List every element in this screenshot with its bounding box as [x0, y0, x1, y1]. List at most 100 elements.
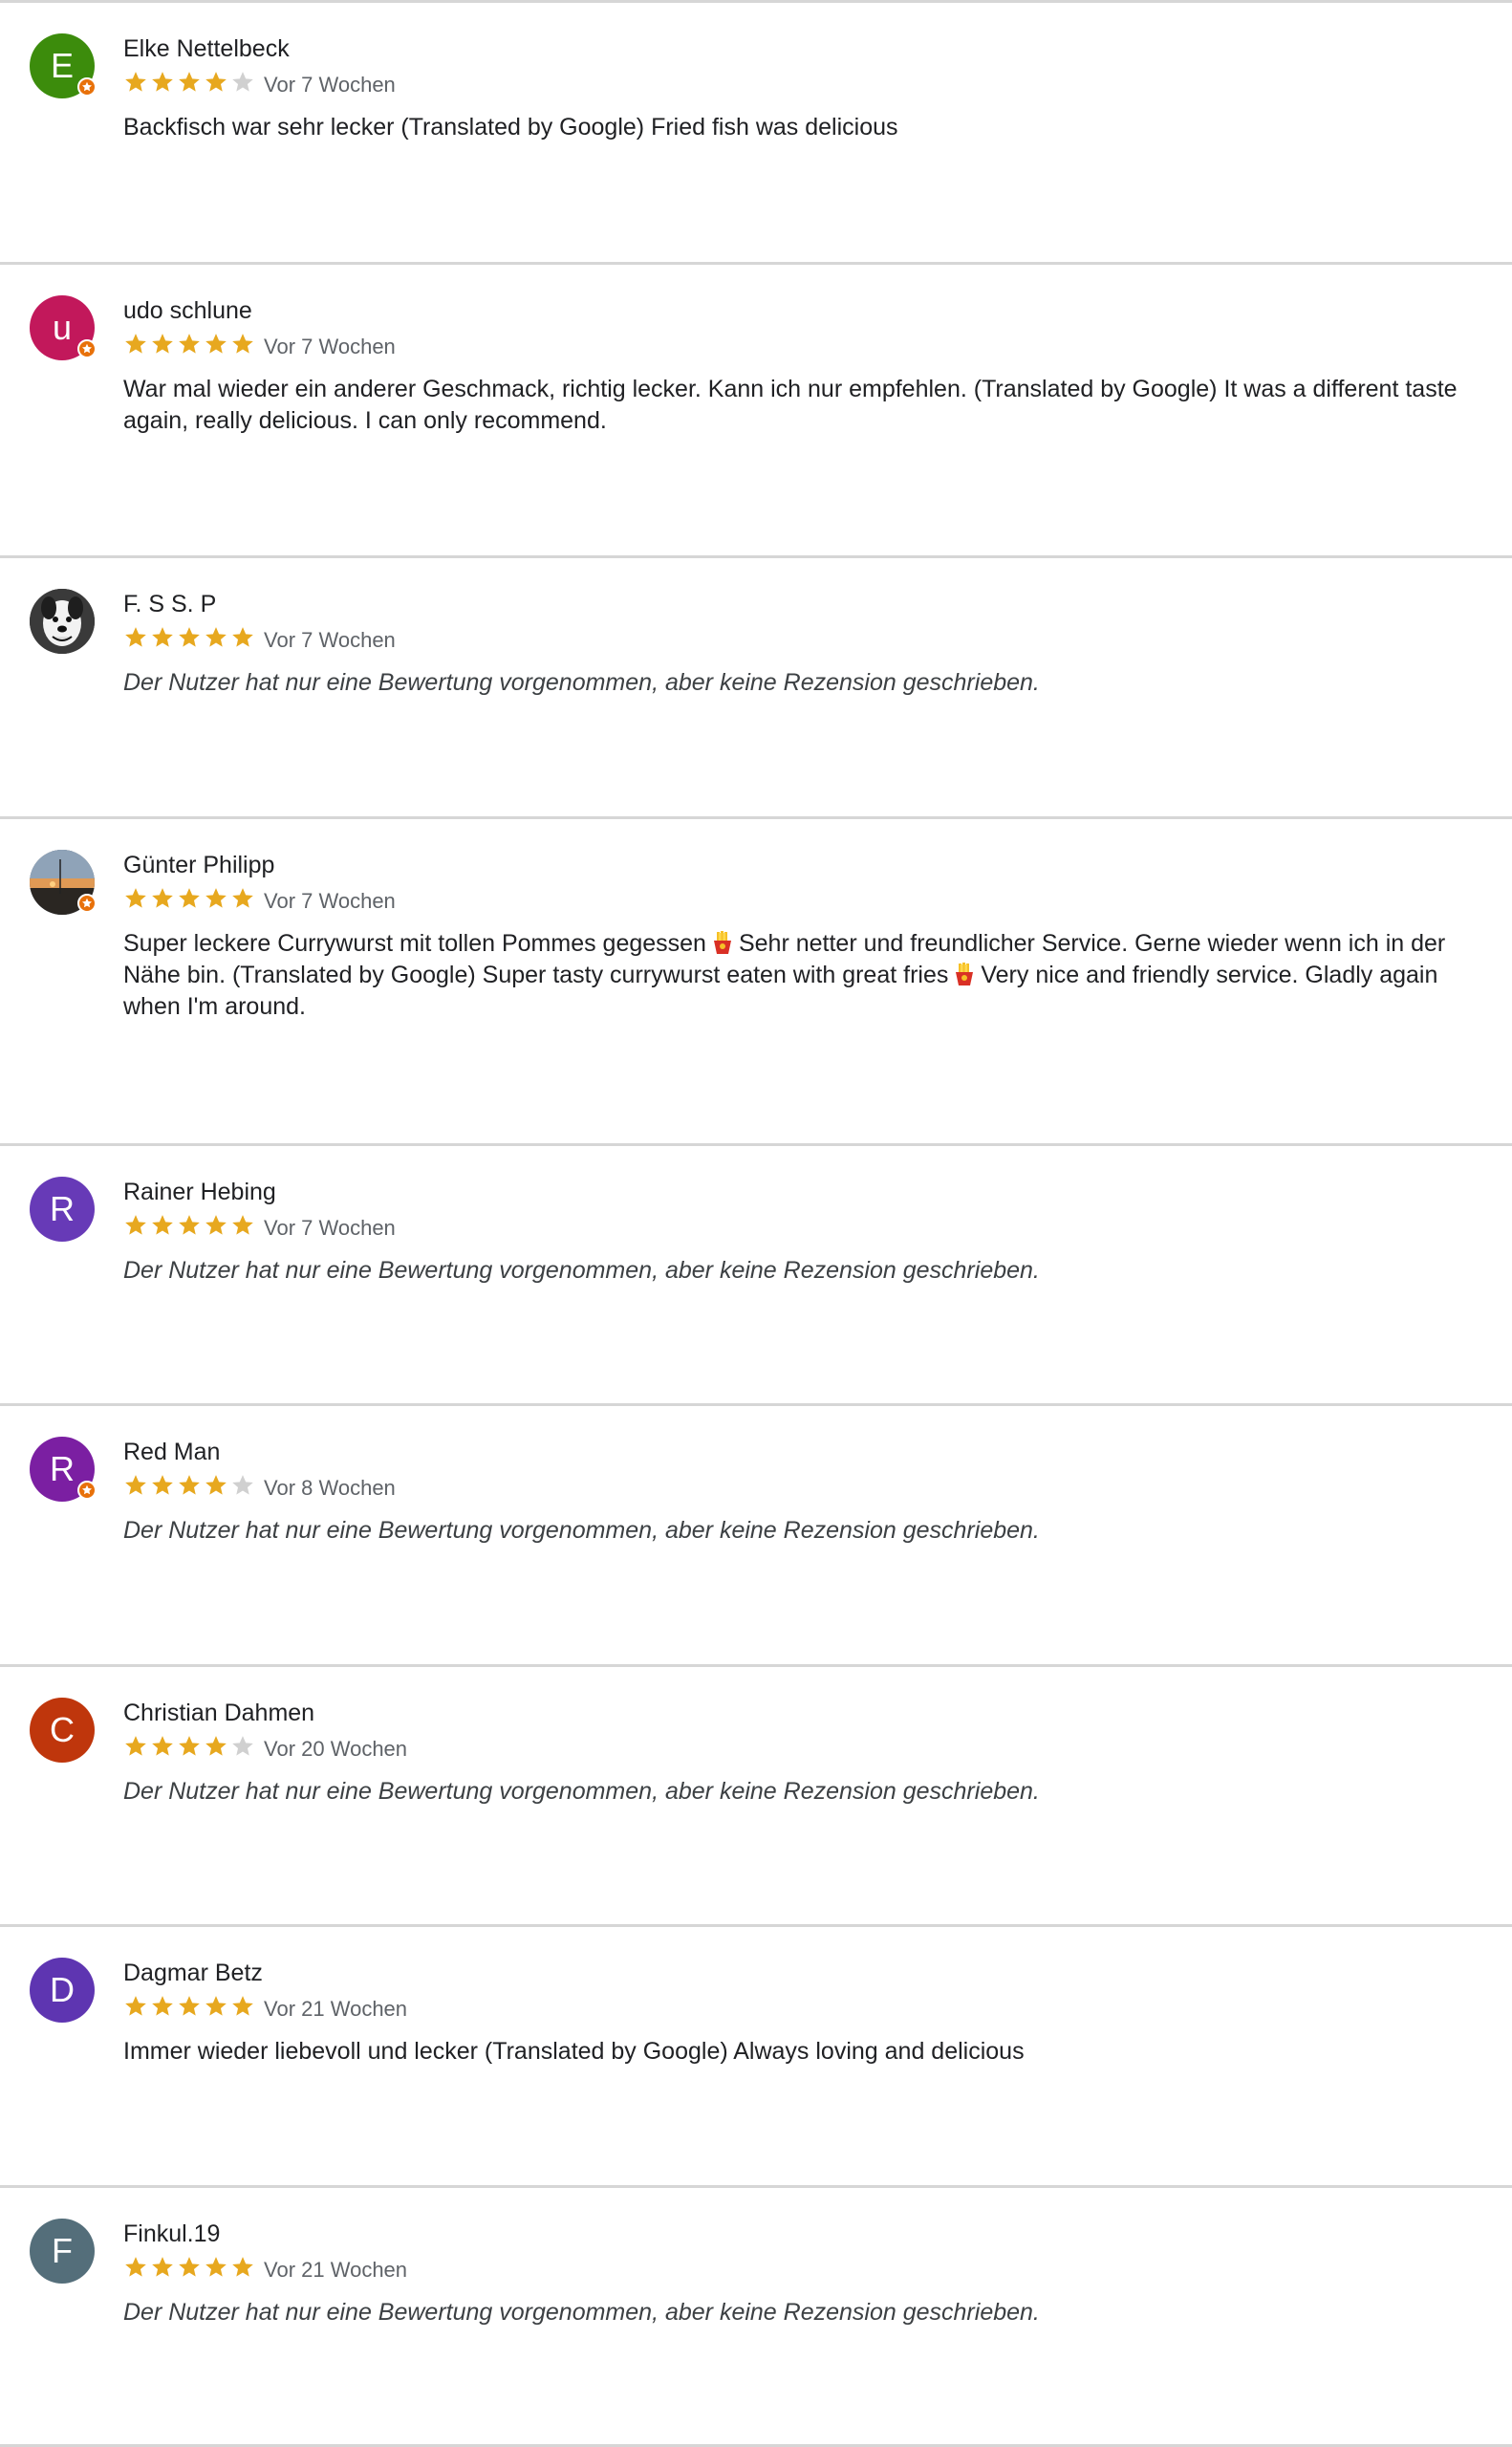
reviewer-name[interactable]: F. S S. P: [123, 591, 216, 618]
star-rating: [123, 886, 255, 913]
star-rating: [123, 1994, 255, 2021]
star-filled-icon: [232, 2257, 253, 2277]
star-filled-icon: [125, 627, 146, 647]
star-filled-icon: [125, 334, 146, 354]
local-guide-badge-icon: [77, 1481, 97, 1500]
star-filled-icon: [125, 1475, 146, 1495]
review-text: Backfisch war sehr lecker (Translated by…: [123, 114, 898, 141]
star-filled-icon: [125, 1215, 146, 1235]
star-rating: [123, 70, 255, 97]
reviewer-name[interactable]: Finkul.19: [123, 2220, 220, 2248]
star-filled-icon: [179, 2257, 200, 2277]
avatar-initial: u: [52, 308, 73, 347]
star-filled-icon: [205, 1736, 227, 1756]
review-text: Super leckere Currywurst mit tollen Pomm…: [123, 928, 1461, 1023]
review-card: R Red Man Vor 8 Wochen Der Nutzer hat nu…: [0, 1406, 1512, 1667]
reviewer-name[interactable]: Christian Dahmen: [123, 1700, 314, 1727]
review-text-part: Super leckere Currywurst mit tollen Pomm…: [123, 930, 706, 957]
star-filled-icon: [179, 1996, 200, 2016]
avatar[interactable]: C: [30, 1698, 95, 1763]
star-filled-icon: [205, 1996, 227, 2016]
review-time: Vor 7 Wochen: [264, 889, 396, 913]
star-filled-icon: [179, 1736, 200, 1756]
star-filled-icon: [152, 627, 173, 647]
local-guide-badge-icon: [77, 339, 97, 358]
star-rating: [123, 1213, 255, 1240]
star-rating: [123, 625, 255, 652]
star-filled-icon: [152, 334, 173, 354]
review-card: F Finkul.19 Vor 21 Wochen Der Nutzer hat…: [0, 2188, 1512, 2447]
reviewer-name[interactable]: udo schlune: [123, 297, 252, 325]
avatar[interactable]: [30, 589, 95, 654]
star-filled-icon: [205, 1215, 227, 1235]
review-card: u udo schlune Vor 7 Wochen War mal wiede…: [0, 265, 1512, 558]
star-empty-icon: [232, 1475, 253, 1495]
review-time: Vor 7 Wochen: [264, 628, 396, 652]
star-empty-icon: [232, 72, 253, 92]
star-filled-icon: [152, 888, 173, 908]
star-filled-icon: [179, 888, 200, 908]
avatar[interactable]: R: [30, 1437, 97, 1502]
avatar-initial: R: [50, 1449, 75, 1488]
avatar[interactable]: u: [30, 295, 97, 360]
star-filled-icon: [232, 1996, 253, 2016]
reviewer-name[interactable]: Elke Nettelbeck: [123, 35, 290, 63]
avatar[interactable]: [30, 850, 97, 915]
star-rating: [123, 332, 255, 358]
star-filled-icon: [152, 72, 173, 92]
reviewer-name[interactable]: Dagmar Betz: [123, 1960, 263, 1987]
star-filled-icon: [205, 2257, 227, 2277]
review-time: Vor 7 Wochen: [264, 335, 396, 358]
review-time: Vor 21 Wochen: [264, 1997, 408, 2021]
fries-icon: [713, 931, 731, 954]
star-filled-icon: [179, 1475, 200, 1495]
reviewer-name[interactable]: Günter Philipp: [123, 852, 274, 879]
review-time: Vor 7 Wochen: [264, 73, 396, 97]
star-filled-icon: [179, 1215, 200, 1235]
dog-photo-icon: [30, 589, 95, 654]
local-guide-badge-icon: [77, 77, 97, 97]
review-time: Vor 21 Wochen: [264, 2258, 408, 2282]
star-filled-icon: [125, 2257, 146, 2277]
avatar[interactable]: E: [30, 33, 97, 98]
review-card: D Dagmar Betz Vor 21 Wochen Immer wieder…: [0, 1927, 1512, 2188]
star-filled-icon: [232, 1215, 253, 1235]
review-text: Immer wieder liebevoll und lecker (Trans…: [123, 2038, 1025, 2065]
review-card: R Rainer Hebing Vor 7 Wochen Der Nutzer …: [0, 1146, 1512, 1406]
review-text: War mal wieder ein anderer Geschmack, ri…: [123, 376, 1458, 434]
star-filled-icon: [205, 888, 227, 908]
star-filled-icon: [205, 627, 227, 647]
star-rating: [123, 1734, 255, 1761]
star-filled-icon: [125, 72, 146, 92]
review-text: Der Nutzer hat nur eine Bewertung vorgen…: [123, 2299, 1040, 2326]
avatar-initial: E: [50, 46, 74, 85]
star-rating: [123, 2255, 255, 2282]
review-card: F. S S. P Vor 7 Wochen Der Nutzer hat nu…: [0, 558, 1512, 819]
avatar-initial: D: [50, 1970, 75, 2009]
fries-icon: [956, 963, 974, 985]
star-filled-icon: [125, 888, 146, 908]
star-filled-icon: [232, 334, 253, 354]
avatar[interactable]: F: [30, 2219, 95, 2284]
review-text: Der Nutzer hat nur eine Bewertung vorgen…: [123, 1778, 1040, 1805]
star-filled-icon: [205, 72, 227, 92]
star-filled-icon: [152, 2257, 173, 2277]
reviewer-name[interactable]: Red Man: [123, 1439, 220, 1466]
review-text: Der Nutzer hat nur eine Bewertung vorgen…: [123, 669, 1040, 696]
star-filled-icon: [152, 1996, 173, 2016]
review-card: E Elke Nettelbeck Vor 7 Wochen Backfisch…: [0, 3, 1512, 265]
reviewer-name[interactable]: Rainer Hebing: [123, 1179, 276, 1206]
star-filled-icon: [179, 334, 200, 354]
star-filled-icon: [152, 1475, 173, 1495]
avatar[interactable]: D: [30, 1958, 95, 2023]
star-filled-icon: [125, 1736, 146, 1756]
avatar-initial: C: [50, 1710, 75, 1749]
star-filled-icon: [205, 1475, 227, 1495]
star-empty-icon: [232, 1736, 253, 1756]
review-card: Günter Philipp Vor 7 Wochen Super lecker…: [0, 819, 1512, 1146]
star-filled-icon: [232, 888, 253, 908]
star-filled-icon: [152, 1736, 173, 1756]
review-time: Vor 7 Wochen: [264, 1216, 396, 1240]
avatar[interactable]: R: [30, 1177, 95, 1242]
review-text: Der Nutzer hat nur eine Bewertung vorgen…: [123, 1257, 1040, 1284]
